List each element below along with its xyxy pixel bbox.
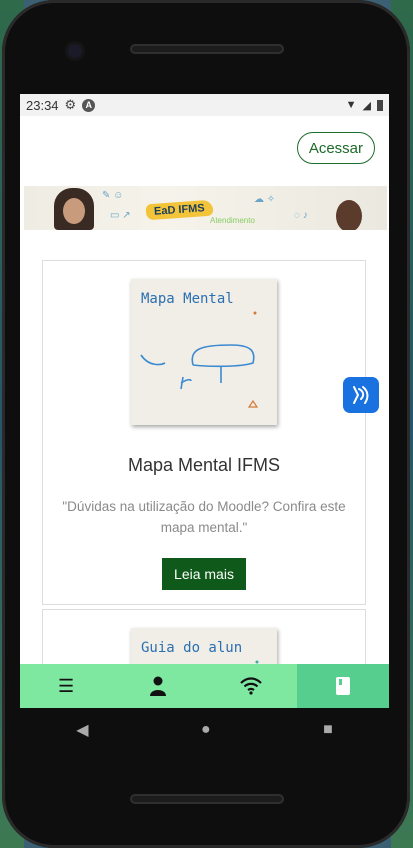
mind-map-sketch — [140, 311, 259, 408]
doodle-icon: ✎ ☺ — [102, 190, 124, 201]
bottom-speaker — [130, 794, 284, 804]
doodle-icon: ▭ ↗ — [110, 210, 131, 221]
person-icon — [150, 676, 167, 696]
card-title: Mapa Mental IFMS — [127, 455, 281, 475]
app-header: Acessar — [20, 116, 389, 186]
banner-subtext: Atendimento — [210, 216, 255, 225]
nav-book-icon[interactable] — [296, 664, 389, 708]
battery-icon — [377, 99, 383, 111]
nav-wifi-icon[interactable] — [205, 664, 297, 708]
recents-icon[interactable]: ■ — [323, 721, 333, 739]
camera-icon — [68, 44, 82, 58]
card-list: Mapa Mental Mapa Mental IFMS "Dúvidas na… — [42, 260, 366, 708]
status-time: 23:34 — [26, 97, 59, 113]
android-icon: A — [82, 98, 96, 112]
card-thumbnail[interactable]: Mapa Mental — [131, 279, 277, 425]
hands-icon — [353, 386, 369, 404]
bottom-navigation: ☰ — [20, 664, 389, 708]
read-more-button[interactable]: Leia mais — [162, 558, 246, 590]
card-description: "Dúvidas na utilização do Moodle? Confir… — [62, 499, 346, 535]
doodle-icon: ☁ ✧ — [254, 194, 276, 205]
cell-signal-icon: ◢ — [362, 99, 371, 112]
android-navigation-bar: ◀ ● ■ — [20, 708, 389, 752]
post-card: Mapa Mental Mapa Mental IFMS "Dúvidas na… — [42, 260, 366, 605]
banner-girl-illustration — [54, 188, 94, 230]
home-icon[interactable]: ● — [201, 721, 211, 739]
vlibras-accessibility-button[interactable] — [343, 377, 379, 413]
nav-person-icon[interactable] — [112, 664, 204, 708]
doodle-icon: ◌ ♪ — [294, 210, 308, 221]
nav-list-icon[interactable]: ☰ — [20, 664, 112, 708]
banner-image: ✎ ☺ ▭ ↗ EaD IFMS Atendimento ☁ ✧ ◌ ♪ — [24, 186, 387, 230]
banner-boy-illustration — [336, 200, 362, 230]
earpiece — [130, 44, 284, 54]
wifi-icon — [239, 677, 262, 695]
app-screen: 23:34 ⚙ A ▼ ◢ Acessar ✎ ☺ ▭ ↗ EaD IFMS A… — [20, 94, 389, 708]
banner-tag: EaD IFMS — [145, 199, 214, 221]
login-button[interactable]: Acessar — [296, 132, 375, 164]
book-icon — [335, 677, 350, 695]
wifi-signal-icon: ▼ — [345, 99, 357, 111]
status-bar: 23:34 ⚙ A ▼ ◢ — [20, 94, 389, 116]
gear-icon: ⚙ — [64, 97, 77, 112]
back-icon[interactable]: ◀ — [76, 720, 88, 740]
